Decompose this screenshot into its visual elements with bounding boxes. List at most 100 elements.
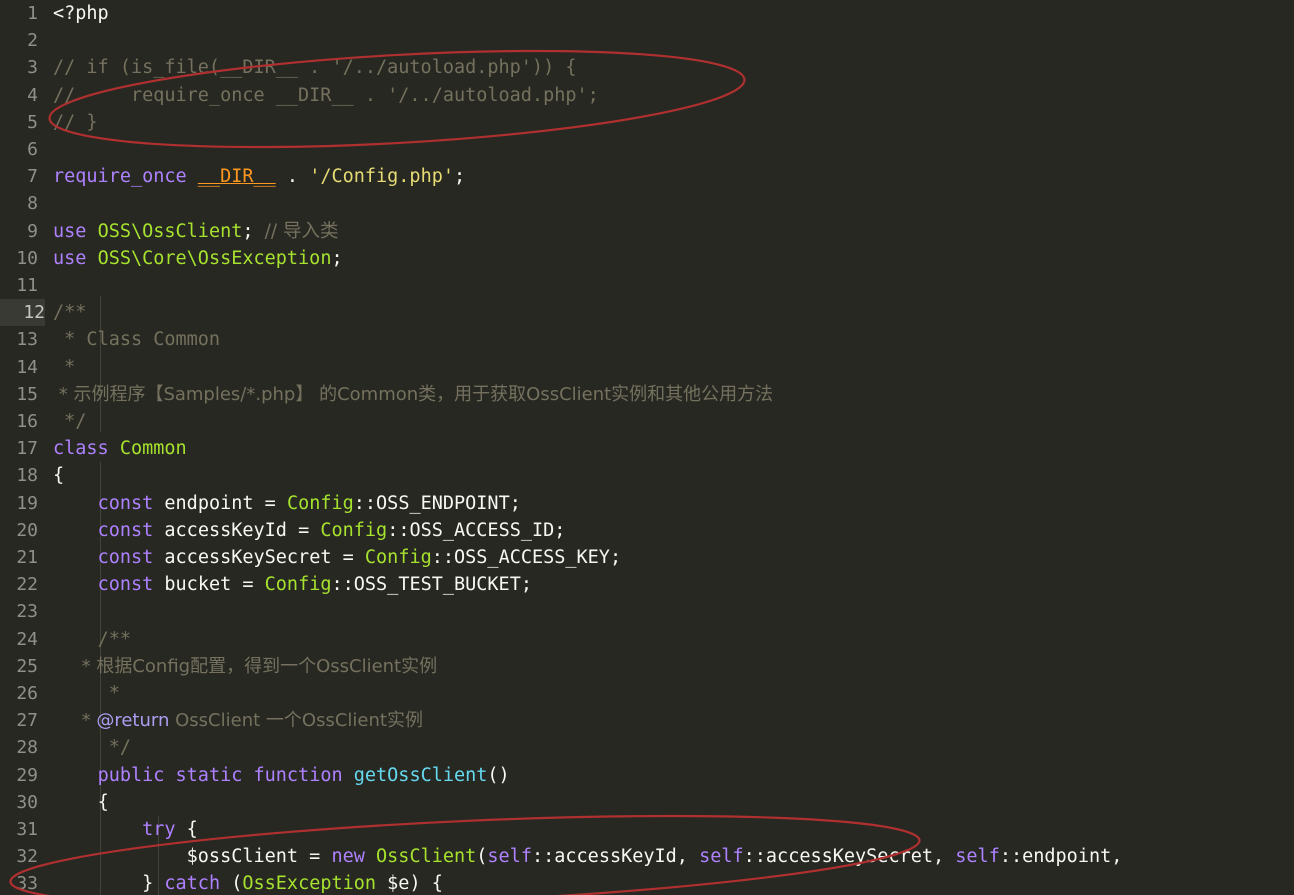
token-keyword-function: function	[253, 764, 343, 786]
token-docblock-close: */	[53, 411, 87, 432]
token-indent: *	[53, 710, 97, 732]
token-scope-resolution: ::	[331, 574, 354, 596]
token-assign: =	[286, 519, 321, 541]
token-class-config: Config	[364, 547, 432, 568]
line-number-gutter: 1 2 3 4 5 6 7 8 9 10 11 12 13 14 15 16 17 18 19 20 21 22 23 24 2…	[0, 0, 45, 895]
token-doc-type-ossclient: OssClient	[175, 710, 261, 732]
line-number-27: 27	[16, 710, 38, 732]
token-keyword-try: try	[142, 819, 176, 840]
token-class-config: Config	[264, 574, 332, 596]
line-number-19: 19	[16, 492, 38, 514]
line-number-1: 1	[27, 3, 38, 24]
code-line-33: } catch (OssException $e) {	[53, 870, 443, 895]
line-number-4: 4	[27, 84, 38, 106]
token-brace-open: {	[97, 791, 109, 813]
token-brace-open: {	[53, 465, 65, 487]
line-number-24: 24	[16, 628, 38, 650]
token-keyword-self: self	[699, 846, 744, 868]
code-line-13: * Class Common	[53, 326, 220, 353]
code-line-15: * 示例程序【Samples/*.php】 的Common类，用于获取OssCl…	[53, 381, 773, 408]
token-keyword-self: self	[955, 846, 1000, 868]
token-keyword-new: new	[331, 846, 365, 868]
line-number-14: 14	[16, 356, 38, 378]
code-editor[interactable]: 1 2 3 4 5 6 7 8 9 10 11 12 13 14 15 16 17 18 19 20 21 22 23 24 2…	[0, 0, 1294, 895]
line-number-9: 9	[27, 220, 38, 242]
token-prop-accesskeyid: accessKeyId	[554, 846, 677, 868]
token-assign: =	[253, 492, 287, 514]
line-number-10: 10	[16, 247, 38, 269]
token-comment: // require_once __DIR__ . '/../autoload.…	[53, 84, 599, 106]
token-magic-constant-dir: __DIR__	[197, 166, 276, 188]
token-const-oss-access-id: OSS_ACCESS_ID	[409, 519, 555, 541]
token-semicolon: ;	[554, 519, 566, 541]
code-line-17: class Common	[53, 435, 187, 462]
line-number-31: 31	[16, 819, 38, 840]
line-number-22: 22	[16, 574, 38, 596]
token-brace-open: {	[186, 819, 198, 840]
token-scope-resolution: ::	[353, 492, 377, 514]
line-number-12: 12	[0, 299, 45, 327]
token-docblock-close: */	[97, 737, 131, 759]
token-namespace-oss-core-ossexception: OSS\Core\OssException	[97, 247, 332, 269]
line-number-32: 32	[16, 846, 38, 868]
token-keyword-const: const	[97, 519, 154, 541]
token-docblock-star: *	[53, 356, 76, 378]
token-keyword-catch: catch	[164, 873, 221, 895]
token-prop-bucket: bucket	[164, 574, 232, 596]
token-paren-open: (	[476, 846, 488, 868]
token-string-config-path: '/Config.php'	[309, 166, 454, 188]
code-line-22: const bucket = Config::OSS_TEST_BUCKET;	[53, 571, 532, 598]
line-number-11: 11	[16, 275, 38, 296]
code-line-20: const accessKeyId = Config::OSS_ACCESS_I…	[53, 517, 566, 544]
token-paren-open: (	[220, 873, 243, 895]
token-semicolon: ;	[520, 574, 532, 596]
code-line-29: public static function getOssClient()	[53, 762, 510, 789]
token-scope-resolution: ::	[743, 846, 766, 868]
token-keyword-static: static	[175, 764, 243, 786]
token-keyword-use: use	[53, 220, 87, 242]
code-line-3: // if (is_file(__DIR__ . '/../autoload.p…	[53, 54, 576, 81]
token-brace-open: {	[431, 873, 443, 895]
code-line-28: */	[53, 734, 131, 761]
line-number-13: 13	[16, 329, 38, 351]
code-line-1: <?php	[53, 0, 109, 27]
token-prop-endpoint: endpoint	[164, 492, 254, 514]
code-line-10: use OSS\Core\OssException;	[53, 245, 343, 272]
token-keyword-use: use	[53, 247, 87, 269]
code-line-18: {	[53, 462, 64, 489]
token-keyword-public: public	[97, 764, 165, 786]
token-class-config: Config	[286, 492, 354, 514]
line-number-26: 26	[16, 683, 38, 704]
token-parens: ()	[487, 764, 510, 786]
token-keyword-const: const	[97, 574, 154, 596]
line-number-3: 3	[27, 57, 38, 79]
token-prop-accesskeysecret: accessKeySecret	[765, 846, 933, 868]
token-prop-accesskeyid: accessKeyId	[164, 519, 287, 541]
token-keyword-class: class	[53, 438, 109, 460]
token-prop-accesskeysecret: accessKeySecret	[164, 547, 332, 568]
code-content[interactable]: <?php // if (is_file(__DIR__ . '/../auto…	[0, 0, 1294, 895]
token-docblock-open: /**	[97, 628, 131, 650]
code-line-32: $ossClient = new OssClient(self::accessK…	[53, 843, 1123, 870]
code-line-5: // }	[53, 109, 98, 136]
code-line-19: const endpoint = Config::OSS_ENDPOINT;	[53, 490, 521, 517]
line-number-33: 33	[16, 873, 38, 895]
code-line-27: * @return OssClient 一个OssClient实例	[53, 707, 423, 734]
token-prop-endpoint: endpoint	[1022, 846, 1112, 868]
token-doc-return-desc: 一个OssClient实例	[265, 710, 423, 732]
code-line-4: // require_once __DIR__ . '/../autoload.…	[53, 82, 599, 109]
token-comment-import-class: // 导入类	[264, 220, 339, 242]
